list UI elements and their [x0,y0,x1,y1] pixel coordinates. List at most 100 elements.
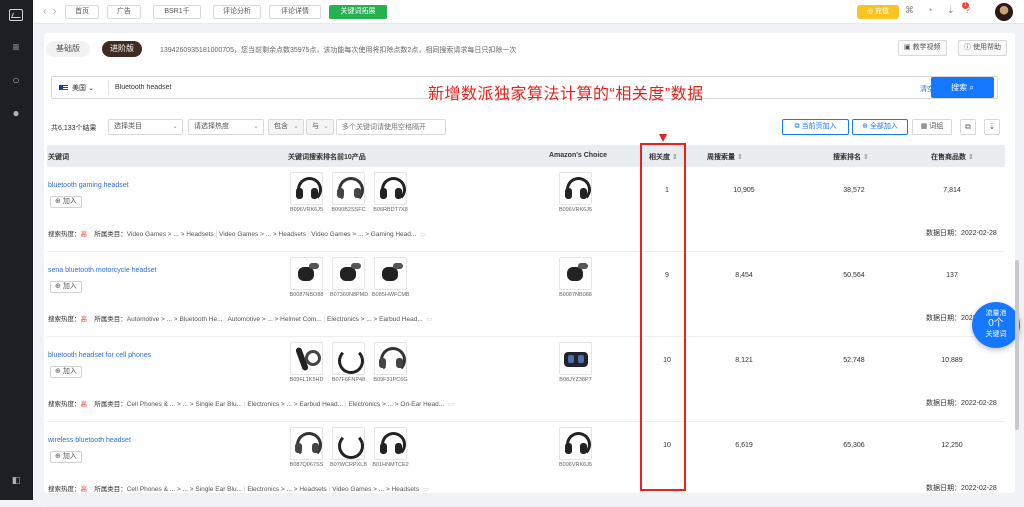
keyword-link[interactable]: bluetooth headset for cell phones [48,352,151,359]
product-thumb[interactable]: B07WCRPXLB [330,427,367,468]
float-line1: 流量池 [985,310,1007,317]
category-path[interactable]: Electronics > ... > Earbud Head... [327,316,423,323]
chevron-down-icon: ⌄ [323,123,329,130]
search-button-label: 搜索 [951,83,968,92]
charge-button[interactable]: ◎ 充值 [857,5,899,19]
product-thumb[interactable]: B09FL1K5HD [288,342,325,383]
col-item-count[interactable]: 在售商品数 ⇕ [931,152,974,162]
tutorial-button[interactable]: ▣ 教学视频 [898,40,947,56]
include-select-label: 包含 [274,123,288,130]
country-select[interactable]: 美国 ⌄ [72,83,94,93]
keyword-filter-input[interactable] [336,119,446,135]
us-flag-icon [59,85,68,91]
circle-icon[interactable]: ○ [9,73,23,87]
tab-home[interactable]: 首页 [65,5,99,19]
relevance-highlight-box [640,143,686,491]
logic-select[interactable]: 与 ⌄ [306,119,334,135]
add-keyword-button[interactable]: ⊕ 加入 [50,451,82,463]
category-path[interactable]: Automotive > ... > Bluetooth He... [127,316,223,323]
sidebar: ≡ ○ ● ◧ [0,0,33,500]
category-path[interactable]: Electronics > ... > Headsets [247,486,326,493]
category-path[interactable]: Cell Phones & ... > ... > Single Ear Blu… [127,401,242,408]
category-path[interactable]: Cell Phones & ... > ... > Single Ear Blu… [127,486,242,493]
product-thumb[interactable]: B09F31PC6G [372,342,409,383]
version-basic-tab[interactable]: 基础版 [46,41,90,57]
menu-icon[interactable]: ≡ [9,40,23,54]
product-thumb[interactable]: B01HNMTCE2 [372,427,409,468]
traffic-pool-button[interactable]: 流量池 0个 关键词 [972,302,1020,348]
product-asin: B09F31PC6G [373,377,408,383]
category-select[interactable]: 选择类目 ⌄ [108,119,183,135]
heat-label: 搜索热度： [48,401,81,408]
category-path[interactable]: Electronics > ... > On-Ear Head... [348,401,444,408]
category-path[interactable]: Automotive > ... > Helmet Com... [227,316,321,323]
more-box[interactable]: ▭ [416,231,426,238]
add-all-button[interactable]: ⊕ 全部加入 [852,119,908,135]
planet-icon[interactable]: ● [9,106,23,120]
category-path[interactable]: Video Games > ... > Headsets [332,486,419,493]
product-thumb[interactable]: B090B2SSFC [330,172,367,213]
include-select[interactable]: 包含 ⌄ [268,119,304,135]
product-thumb[interactable]: B07360N8PMD [330,257,368,298]
amazon-choice-thumb[interactable]: B0087NB088 [557,257,594,298]
charge-label: 充值 [875,8,890,15]
product-thumb[interactable]: B06RBDT7X8 [372,172,409,213]
more-box[interactable]: ▭ [444,401,454,408]
forward-arrow-icon[interactable]: › [53,6,56,17]
col-weekly-search[interactable]: 周搜索量 ⇕ [707,152,743,162]
add-current-page-button[interactable]: ⧉ 当前页加入 [782,119,849,135]
product-thumb[interactable]: B07F6FNP48 [330,342,367,383]
collapse-icon[interactable]: ◧ [9,475,23,486]
tab-review-analysis[interactable]: 评论分析 [213,5,261,19]
keyword-link[interactable]: sena bluetooth motorcycle headset [48,267,157,274]
headset-product-icon [290,427,323,460]
tab-ads[interactable]: 广告 [107,5,141,19]
help-button[interactable]: ⓘ 使用帮助 [958,40,1007,56]
back-arrow-icon[interactable]: ‹ [43,6,46,17]
product-thumb[interactable]: B0087NBO88 [288,257,325,298]
tutorial-label: 教学视频 [912,44,941,51]
col-amazon-choice: Amazon's Choice [549,152,608,159]
tab-bsr[interactable]: BSR1千 [153,5,201,19]
keyword-link[interactable]: bluetooth gaming headset [48,182,129,189]
download-button-icon[interactable]: ⇣ [984,119,1000,135]
app-logo-icon[interactable] [9,9,23,21]
keyword-link[interactable]: wireless bluetooth headset [48,437,131,444]
category-path[interactable]: Video Games > ... > Headsets [127,231,214,238]
product-thumb[interactable]: B085HWFCMB [372,257,410,298]
category-path[interactable]: Video Games > ... > Gaming Head... [311,231,416,238]
category-label: 所属类目： [94,401,127,408]
phrase-button[interactable]: ▦ 词组 [912,119,952,135]
table-header: 关键词 关键词搜索排名前10产品 Amazon's Choice 相关度 ⇕ 周… [47,145,1005,167]
amazon-choice-thumb[interactable]: B096VRK6J5 [557,172,594,213]
more-box[interactable]: ▭ [419,486,429,493]
message-icon[interactable]: ⌘ [905,5,914,16]
copy-button-icon[interactable]: ⧉ [960,119,976,135]
help-icon[interactable]: ? [965,5,970,15]
add-keyword-button[interactable]: ⊕ 加入 [50,196,82,208]
add-keyword-button[interactable]: ⊕ 加入 [50,366,82,378]
search-button[interactable]: 搜索 ⌕ [931,77,994,98]
bell-icon[interactable]: ◔ [927,5,932,15]
category-path[interactable]: Electronics > ... > Earbud Head... [247,401,343,408]
headset-product-icon [374,172,407,205]
tab-review-detail[interactable]: 评论详情 [269,5,321,19]
add-keyword-button[interactable]: ⊕ 加入 [50,281,82,293]
version-advanced-tab[interactable]: 进阶版 [102,41,142,57]
chevron-down-icon: ⌄ [253,123,259,130]
scrollbar[interactable] [1015,260,1019,430]
headset-product-icon [374,427,407,460]
col-search-rank[interactable]: 搜索排名 ⇕ [833,152,869,162]
product-asin: B0087NBO88 [289,292,324,298]
heat-select[interactable]: 请选择热度 ⌄ [188,119,264,135]
more-box[interactable]: ▭ [423,316,432,323]
col-weekly-search-label: 周搜索量 [707,154,735,161]
product-thumb[interactable]: B087Q067SS [288,427,325,468]
product-thumb[interactable]: B096VRK6J5 [288,172,325,213]
download-icon[interactable]: ⇣ [947,5,955,16]
tab-keyword-expansion[interactable]: 关键词拓展 [329,5,387,19]
amazon-choice-thumb[interactable]: B08JYZ38P7 [557,342,594,383]
avatar[interactable] [995,3,1013,21]
amazon-choice-thumb[interactable]: B096VRK6J5 [557,427,594,468]
category-path[interactable]: Video Games > ... > Headsets [219,231,306,238]
